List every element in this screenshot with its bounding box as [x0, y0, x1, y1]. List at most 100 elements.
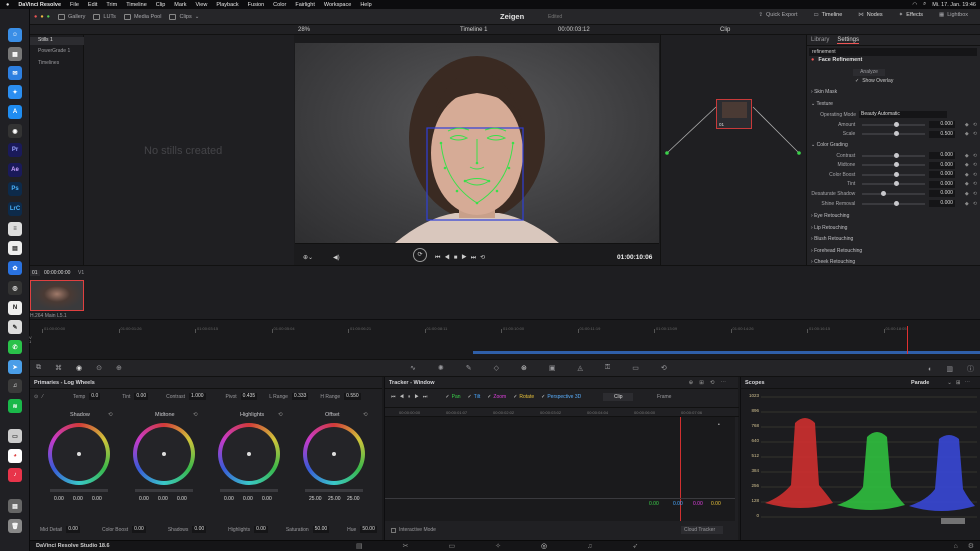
section-lip-retouching[interactable]: › Lip Retouching	[811, 225, 847, 231]
reset-param-icon[interactable]: ⟲	[973, 162, 977, 168]
clip-bar[interactable]	[473, 351, 980, 354]
scope-mode-select[interactable]: Parade	[911, 380, 929, 386]
finder-icon[interactable]: ☺	[8, 28, 22, 42]
tracker-ruler[interactable]: 00:00:00:00 00:00:01:07 00:00:02:02 00:00:0…	[385, 407, 739, 417]
page-cut-icon[interactable]: ✂	[403, 542, 409, 550]
slider-handle[interactable]	[893, 131, 899, 137]
clips-button[interactable]: Clips ⌄	[169, 13, 199, 20]
param-value[interactable]: 0.000	[929, 161, 955, 169]
tab-library[interactable]: Library	[811, 37, 829, 43]
telegram-icon[interactable]: ➤	[8, 360, 22, 374]
contrast-value[interactable]: 1.000	[189, 393, 206, 400]
section-skin-mask[interactable]: › Skin Mask	[811, 89, 837, 95]
track-check-zoom[interactable]: ✓ Zoom	[487, 394, 506, 400]
timelines-album[interactable]: Timelines	[38, 60, 59, 66]
param-value[interactable]: 0.000	[929, 180, 955, 188]
section-texture[interactable]: ⌄ Texture	[811, 101, 833, 107]
track-check-perspective-3d[interactable]: ✓ Perspective 3D	[541, 394, 581, 400]
analyze-button[interactable]: Analyze	[853, 69, 885, 76]
media-pool-button[interactable]: Media Pool	[123, 13, 161, 20]
color-boost-value[interactable]: 0.00	[132, 526, 146, 533]
slider-handle[interactable]	[893, 200, 899, 206]
param-value[interactable]: 0.000	[929, 171, 955, 179]
lrange-value[interactable]: 0.333	[291, 393, 309, 400]
color-wheel-highlights[interactable]	[218, 423, 280, 485]
param-value[interactable]: 0.000	[929, 190, 955, 198]
page-edit-icon[interactable]: ▭	[449, 542, 456, 550]
menu-help[interactable]: Help	[360, 2, 371, 8]
slider-handle[interactable]	[893, 181, 899, 187]
wheel-value[interactable]: 0.00	[71, 496, 85, 503]
wheel-value[interactable]: 25.00	[307, 496, 324, 503]
menu-playback[interactable]: Playback	[216, 2, 238, 8]
notion-icon[interactable]: N	[8, 301, 22, 315]
param-value[interactable]: 0.000	[929, 200, 955, 207]
wheel-value[interactable]: 0.00	[90, 496, 104, 503]
tab-settings[interactable]: Settings	[837, 37, 860, 44]
tracker-icon[interactable]: ⊛	[521, 364, 527, 372]
playhead[interactable]	[907, 326, 908, 354]
wheel-value[interactable]: 0.00	[175, 496, 189, 503]
menu-view[interactable]: View	[196, 2, 208, 8]
interactive-mode-checkbox[interactable]: Interactive Mode	[391, 527, 436, 533]
whatsapp-icon[interactable]: ✆	[8, 340, 22, 354]
info-icon[interactable]: ▥	[946, 365, 953, 373]
lightroom-icon[interactable]: LrC	[8, 202, 22, 216]
keyframe-icon[interactable]: ◆	[965, 122, 969, 128]
mini-timeline[interactable]: 01:00:00:00 01:00:01:26 01:00:03:15 01:00:0…	[29, 319, 980, 359]
hdr-icon[interactable]: ⊙	[96, 364, 102, 372]
music-icon[interactable]: ♪	[8, 468, 22, 482]
reset-param-icon[interactable]: ⟲	[973, 181, 977, 187]
section-color-grading[interactable]: ⌄ Color Grading	[811, 142, 848, 148]
param-value[interactable]: 0.500	[929, 130, 955, 138]
sizing-icon[interactable]: ▭	[632, 364, 639, 372]
stills-album-1[interactable]: Stills 1	[30, 37, 84, 45]
slider-handle[interactable]	[893, 152, 899, 158]
zoom-level[interactable]: 28%	[298, 27, 310, 33]
3d-icon[interactable]: ⟲	[661, 364, 667, 372]
master-wheel-midtone[interactable]	[135, 489, 193, 492]
fx-enable-icon[interactable]: ●	[811, 57, 814, 63]
aftereffects-icon[interactable]: Ae	[8, 163, 22, 177]
node-01[interactable]: 01	[716, 99, 752, 129]
minimize-window-icon[interactable]: ●	[40, 14, 43, 20]
pivot-value[interactable]: 0.435	[240, 393, 258, 400]
keyframe-icon[interactable]: ◆	[965, 131, 969, 137]
tracker-graph[interactable]: • 0.00 0.00 0.00 0.00	[385, 417, 735, 521]
launchpad-icon[interactable]: ▦	[8, 47, 22, 61]
section-blush-retouching[interactable]: › Blush Retouching	[811, 236, 853, 242]
master-wheel-highlights[interactable]	[220, 489, 278, 492]
keyframe-icon[interactable]: ◆	[965, 201, 969, 207]
wheel-value[interactable]: 0.00	[241, 496, 255, 503]
wheel-value[interactable]: 25.00	[345, 496, 362, 503]
param-slider[interactable]	[862, 131, 926, 137]
camera-raw-icon[interactable]: ⧉	[36, 364, 41, 372]
reset-param-icon[interactable]: ⟲	[973, 131, 977, 137]
wheel-center-dot[interactable]	[332, 452, 336, 456]
eyedropper-icon[interactable]: ⁄	[42, 394, 43, 400]
spotify-icon[interactable]: ≋	[8, 399, 22, 413]
param-slider[interactable]	[862, 200, 926, 206]
timeline-name[interactable]: Timeline 1	[460, 27, 487, 33]
reset-param-icon[interactable]: ⟲	[973, 201, 977, 207]
clip-thumbnail[interactable]	[30, 280, 84, 311]
menu-color[interactable]: Color	[273, 2, 286, 8]
menu-timeline[interactable]: Timeline	[126, 2, 147, 8]
wifi-icon[interactable]: ◠	[912, 2, 917, 8]
section-forehead-retouching[interactable]: › Forehead Retouching	[811, 248, 862, 254]
wheel-center-dot[interactable]	[77, 452, 81, 456]
param-slider[interactable]	[862, 181, 926, 187]
menu-app-name[interactable]: DaVinci Resolve	[18, 2, 61, 8]
wheel-value[interactable]: 0.00	[52, 496, 66, 503]
magic-mask-icon[interactable]: ▣	[549, 364, 556, 372]
info-circle-icon[interactable]: ⓘ	[967, 364, 974, 374]
blur-icon[interactable]: ◬	[578, 364, 583, 372]
shadows-value[interactable]: 0.00	[192, 526, 207, 533]
master-wheel-shadow[interactable]	[50, 489, 108, 492]
page-color-icon[interactable]: ◎	[541, 542, 547, 550]
wheel-reset-icon[interactable]: ⟲	[363, 412, 368, 418]
wheel-reset-icon[interactable]: ⟲	[108, 412, 113, 418]
wheel-value[interactable]: 0.00	[137, 496, 151, 503]
color-warper-icon[interactable]: ✺	[438, 364, 444, 372]
reset-param-icon[interactable]: ⟲	[973, 122, 977, 128]
